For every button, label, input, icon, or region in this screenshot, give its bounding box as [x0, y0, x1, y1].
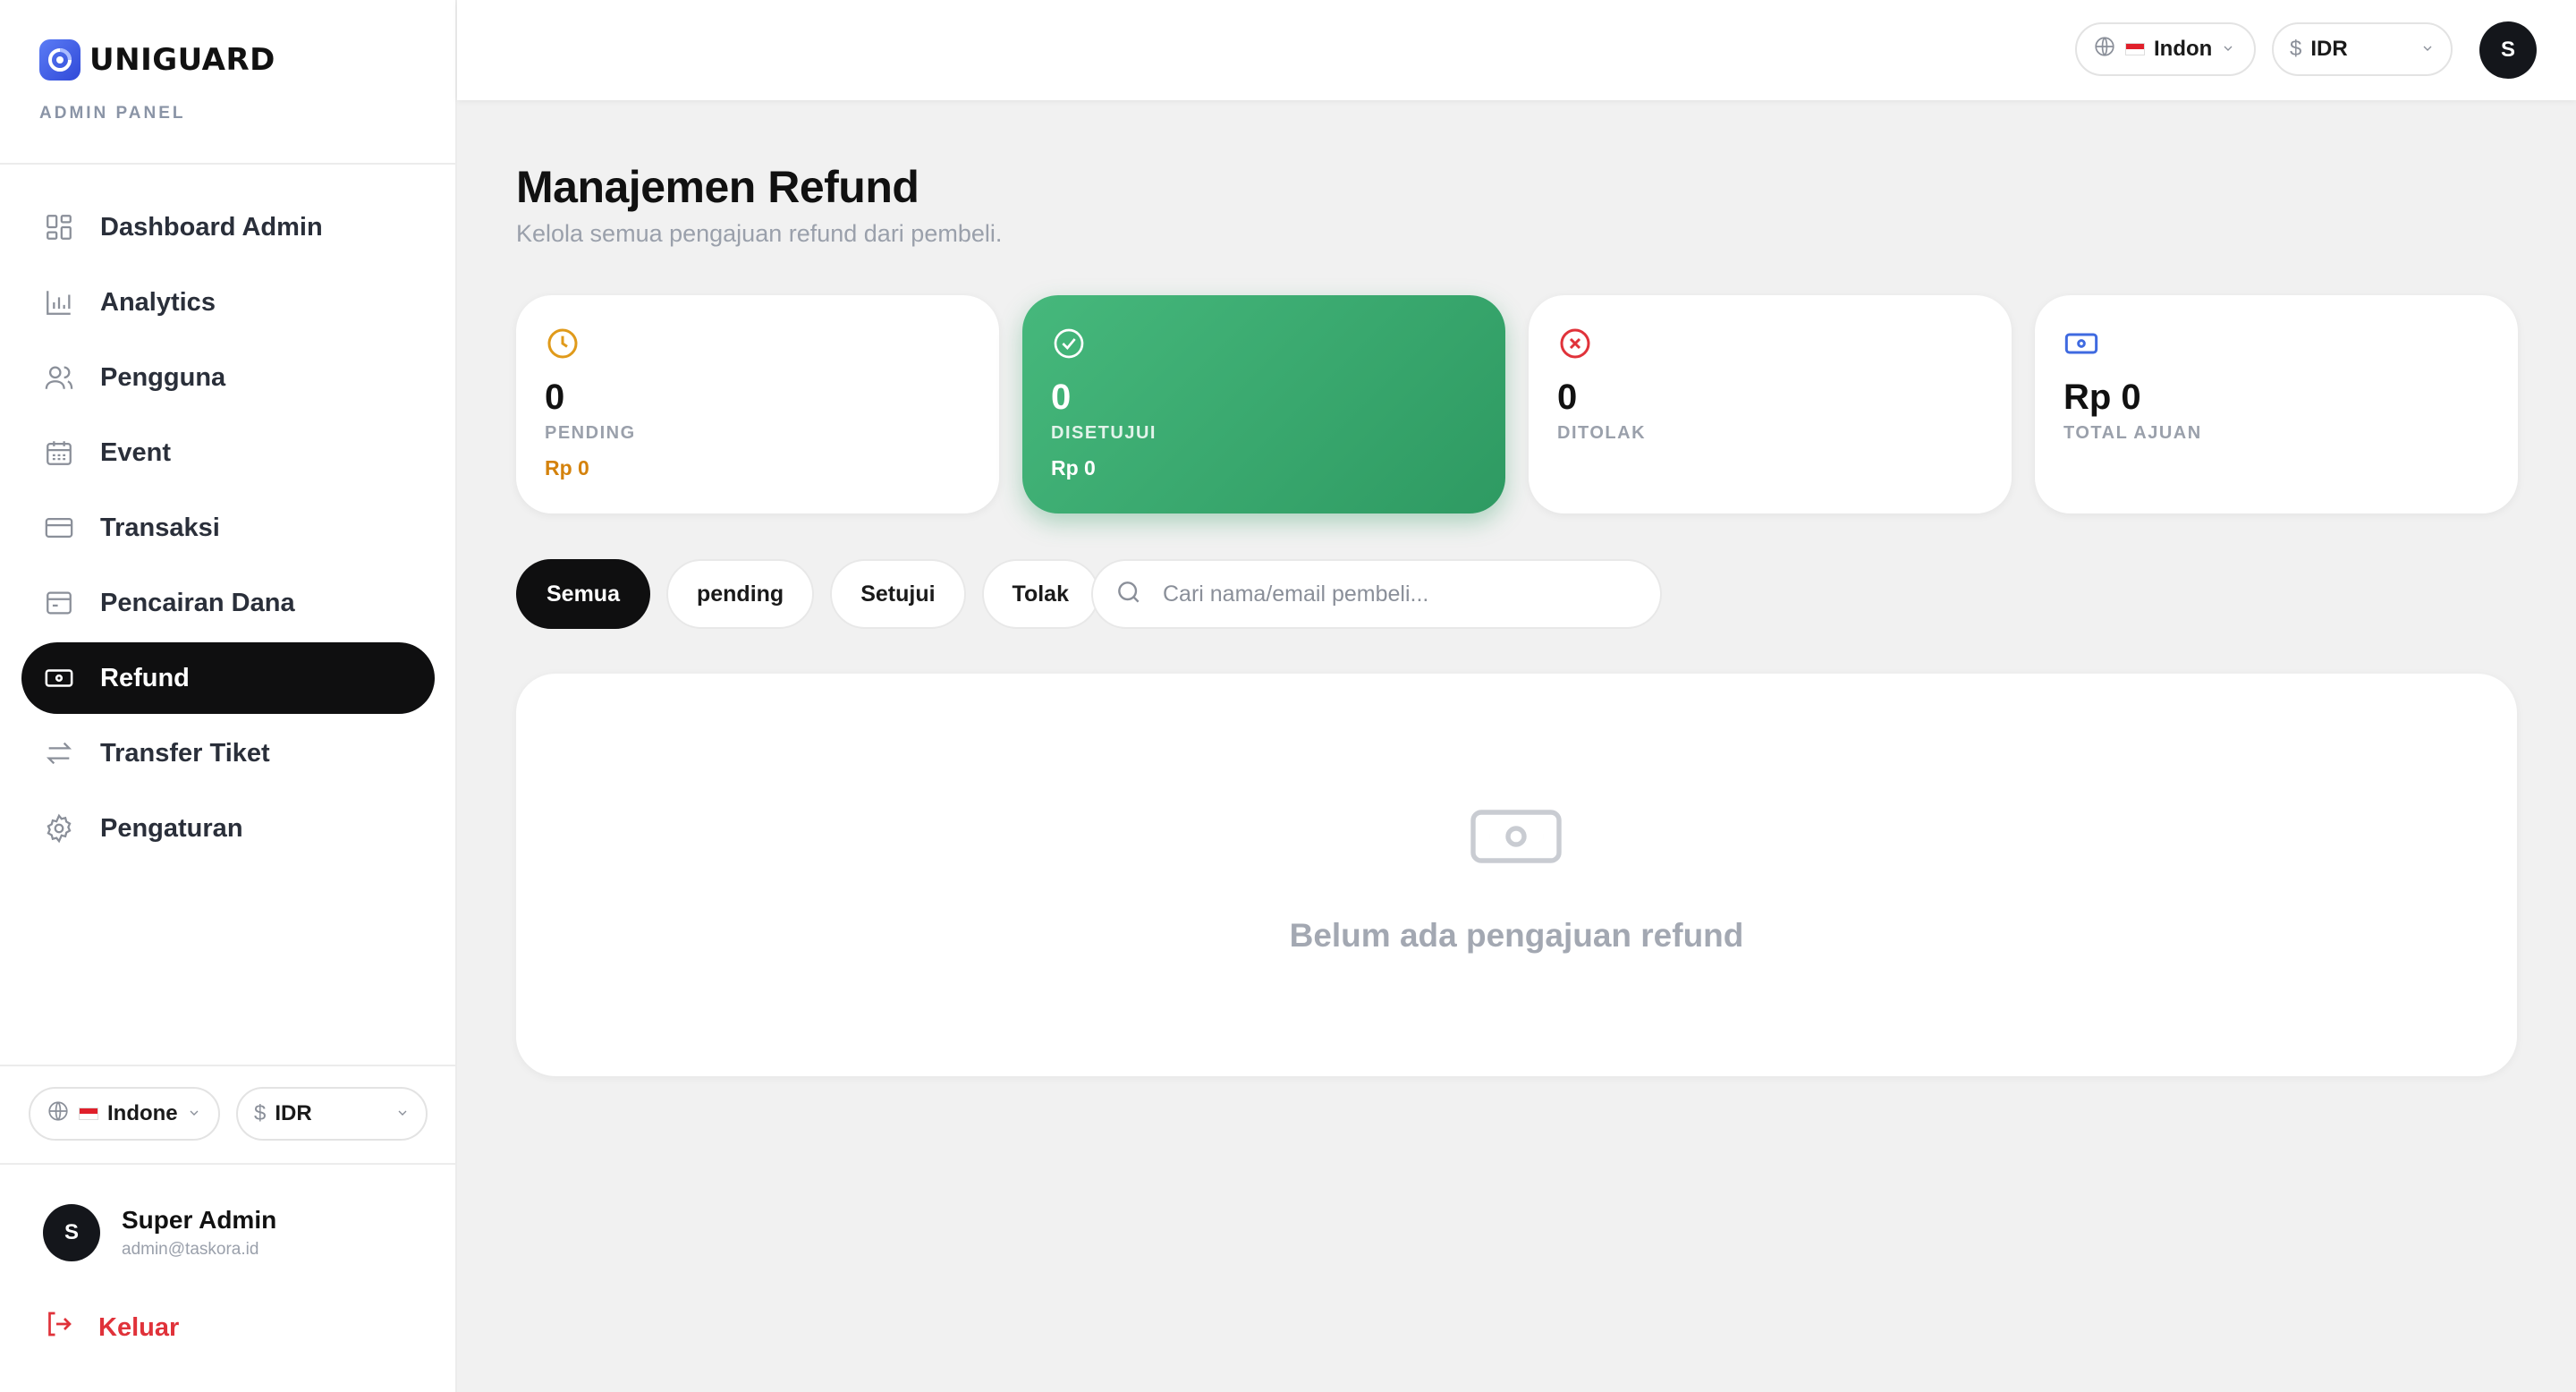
globe-icon: [47, 1099, 70, 1129]
stat-label: TOTAL AJUAN: [2063, 423, 2202, 443]
tab-semua[interactable]: Semua: [516, 559, 650, 629]
topbar: Indon $ IDR S: [457, 0, 2576, 100]
globe-icon: [2093, 35, 2116, 64]
language-value: Indon: [2154, 37, 2213, 61]
dashboard-icon: [43, 211, 75, 243]
sidebar-item-label: Transfer Tiket: [100, 738, 270, 768]
user-email: admin@taskora.id: [122, 1240, 259, 1259]
stat-amount: Rp 0: [545, 456, 589, 480]
calendar-icon: [43, 437, 75, 469]
sidebar-item-label: Analytics: [100, 287, 216, 317]
stat-amount: Rp 0: [1051, 456, 1096, 480]
banknote-icon: [2063, 326, 2099, 361]
flag-icon: [79, 1108, 98, 1120]
arrows-exchange-icon: [43, 737, 75, 769]
dollar-icon: $: [2290, 37, 2302, 61]
stat-card-rejected: 0 DITOLAK: [1529, 295, 2012, 514]
users-icon: [43, 361, 75, 394]
currency-value: IDR: [275, 1101, 312, 1125]
refund-list-empty-state: Belum ada pengajuan refund: [516, 674, 2517, 1076]
bar-chart-icon: [43, 286, 75, 318]
tab-tolak[interactable]: Tolak: [981, 559, 1099, 629]
sidebar-item-transfer-tiket[interactable]: Transfer Tiket: [21, 717, 435, 789]
stat-label: DISETUJUI: [1051, 423, 1157, 443]
gear-icon: [43, 812, 75, 845]
wallet-icon: [43, 587, 75, 619]
avatar[interactable]: S: [2479, 21, 2537, 79]
sidebar-item-refund[interactable]: Refund: [21, 642, 435, 714]
currency-value: IDR: [2310, 37, 2348, 61]
banknote-icon: [1468, 804, 1564, 873]
tab-setujui[interactable]: Setujui: [830, 559, 966, 629]
stat-value: 0: [1051, 378, 1072, 417]
brand-logo-icon: [39, 39, 80, 81]
stat-value: Rp 0: [2063, 378, 2141, 417]
chevron-down-icon: [2420, 37, 2435, 62]
page-subtitle: Kelola semua pengajuan refund dari pembe…: [516, 220, 1003, 247]
topbar-selects: Indon $ IDR: [2075, 22, 2453, 76]
x-circle-icon: [1557, 326, 1593, 361]
user-profile[interactable]: S Super Admin admin@taskora.id: [43, 1204, 276, 1261]
tab-pending[interactable]: pending: [665, 559, 815, 629]
sidebar-item-label: Pengguna: [100, 362, 226, 392]
currency-select[interactable]: $ IDR: [2272, 22, 2453, 76]
sidebar-item-transaksi[interactable]: Transaksi: [21, 492, 435, 564]
brand[interactable]: UNIGUARD: [39, 39, 275, 81]
sidebar-item-label: Event: [100, 437, 171, 467]
language-value: Indone: [107, 1101, 178, 1125]
language-select[interactable]: Indone: [29, 1087, 220, 1141]
sidebar-item-event[interactable]: Event: [21, 417, 435, 488]
brand-name: UNIGUARD: [89, 42, 275, 78]
check-circle-icon: [1051, 326, 1087, 361]
chevron-down-icon: [2221, 37, 2235, 62]
stat-value: 0: [1557, 378, 1578, 417]
sidebar-item-label: Refund: [100, 663, 190, 692]
empty-state-message: Belum ada pengajuan refund: [1289, 917, 1744, 954]
stat-card-total: Rp 0 TOTAL AJUAN: [2035, 295, 2518, 514]
search-box: [1091, 559, 1662, 629]
sidebar-item-label: Dashboard Admin: [100, 212, 323, 242]
logout-label: Keluar: [98, 1312, 180, 1342]
dollar-icon: $: [254, 1101, 267, 1125]
clock-icon: [545, 326, 580, 361]
brand-subtitle: ADMIN PANEL: [39, 104, 186, 123]
banknote-icon: [43, 662, 75, 694]
sidebar-item-label: Transaksi: [100, 513, 220, 542]
stat-label: DITOLAK: [1557, 423, 1647, 443]
sidebar-item-dashboard-admin[interactable]: Dashboard Admin: [21, 191, 435, 263]
sidebar-item-label: Pencairan Dana: [100, 588, 295, 617]
sidebar-nav: Dashboard Admin Analytics Pengguna Event…: [21, 191, 435, 868]
stat-value: 0: [545, 378, 565, 417]
sidebar-item-label: Pengaturan: [100, 813, 243, 843]
search-input[interactable]: [1163, 581, 1628, 607]
chevron-down-icon: [395, 1101, 410, 1126]
stat-card-approved: 0 DISETUJUI Rp 0: [1022, 295, 1505, 514]
stat-label: PENDING: [545, 423, 636, 443]
filter-tabs: Semua pending Setujui Tolak: [516, 559, 1099, 629]
chevron-down-icon: [187, 1101, 201, 1126]
flag-icon: [2125, 43, 2145, 55]
divider: [0, 1163, 455, 1165]
user-name: Super Admin: [122, 1206, 277, 1234]
language-select[interactable]: Indon: [2075, 22, 2256, 76]
logout-button[interactable]: Keluar: [43, 1308, 179, 1347]
logout-icon: [43, 1308, 75, 1347]
sidebar-item-pengguna[interactable]: Pengguna: [21, 342, 435, 413]
credit-card-icon: [43, 512, 75, 544]
divider: [0, 163, 455, 165]
sidebar-item-pengaturan[interactable]: Pengaturan: [21, 793, 435, 864]
sidebar: UNIGUARD ADMIN PANEL Dashboard Admin Ana…: [0, 0, 457, 1392]
sidebar-item-pencairan-dana[interactable]: Pencairan Dana: [21, 567, 435, 639]
divider: [0, 1065, 455, 1066]
search-icon: [1114, 578, 1143, 611]
sidebar-selects: Indone $ IDR: [29, 1087, 428, 1141]
avatar: S: [43, 1204, 100, 1261]
page-title: Manajemen Refund: [516, 162, 919, 212]
sidebar-item-analytics[interactable]: Analytics: [21, 267, 435, 338]
currency-select[interactable]: $ IDR: [236, 1087, 428, 1141]
stat-card-pending: 0 PENDING Rp 0: [516, 295, 999, 514]
